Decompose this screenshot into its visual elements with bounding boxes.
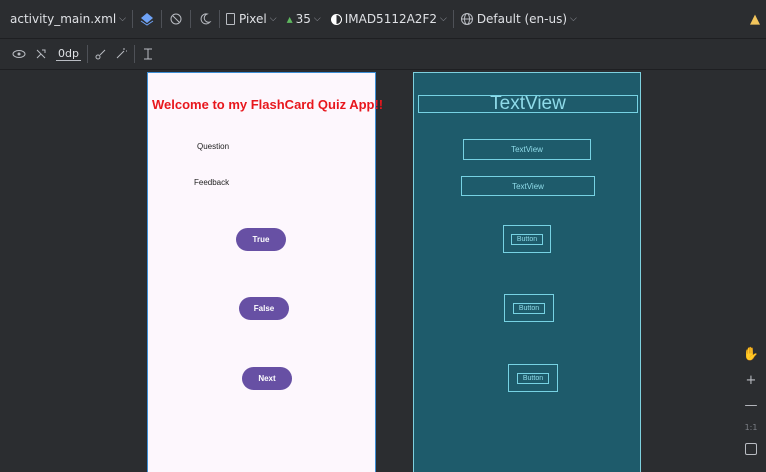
orientation-button[interactable] — [168, 11, 184, 27]
locale-selector[interactable]: Default (en-us) ⌵ — [460, 12, 577, 26]
blueprint-button-label: Button — [512, 302, 546, 314]
zoom-out-icon[interactable]: — — [745, 398, 758, 413]
blueprint-feedback-textview[interactable]: TextView — [461, 176, 595, 196]
phone-icon — [225, 13, 235, 25]
autoconnect-toggle[interactable] — [34, 47, 48, 61]
moon-icon — [200, 13, 212, 25]
locale-label: Default (en-us) — [476, 12, 568, 26]
blueprint-false-button[interactable]: Button — [504, 294, 554, 322]
android-icon: ▴ — [286, 12, 293, 26]
blueprint-preview[interactable]: TextView TextView TextView Button Button… — [413, 72, 641, 472]
warning-icon[interactable]: ▲ — [750, 12, 760, 27]
api-selector[interactable]: ▴ 35 ⌵ — [287, 12, 321, 26]
divider — [131, 10, 133, 28]
api-label: 35 — [295, 12, 311, 26]
clear-constraints-button[interactable] — [94, 47, 108, 61]
theme-icon — [330, 13, 342, 25]
divider — [218, 10, 220, 28]
blueprint-next-button[interactable]: Button — [508, 364, 558, 392]
layers-icon — [140, 13, 154, 26]
file-name: activity_main.xml — [10, 12, 117, 26]
chevron-down-icon: ⌵ — [313, 14, 321, 24]
blueprint-button-label: Button — [516, 372, 550, 384]
true-button[interactable]: True — [236, 228, 286, 251]
blueprint-title-textview[interactable]: TextView — [418, 95, 638, 113]
question-text[interactable]: Question — [197, 142, 229, 151]
design-preview[interactable]: Welcome to my FlashCard Quiz App!! Quest… — [147, 72, 383, 472]
align-icon — [143, 48, 152, 60]
divider — [189, 10, 191, 28]
device-label: Pixel — [238, 12, 267, 26]
zoom-reset-button[interactable]: 1:1 — [745, 423, 758, 432]
secondary-toolbar: 0dp ? — [0, 39, 766, 98]
divider — [86, 45, 88, 63]
chevron-down-icon: ⌵ — [570, 14, 577, 24]
magnet-off-icon — [36, 49, 46, 59]
feedback-text[interactable]: Feedback — [194, 178, 229, 187]
divider — [452, 10, 454, 28]
margin-label: 0dp — [56, 47, 81, 61]
design-surface-toggle[interactable] — [139, 11, 155, 27]
rotate-icon — [170, 13, 182, 25]
hand-pan-icon[interactable]: ✋ — [743, 347, 759, 362]
infer-constraints-button[interactable] — [114, 47, 128, 61]
night-mode-button[interactable] — [197, 11, 213, 27]
file-selector[interactable]: activity_main.xml ⌵ — [10, 12, 126, 26]
zoom-toolbar: ✋ + — 1:1 — [740, 342, 762, 460]
theme-selector[interactable]: IMAD5112A2F2 ⌵ — [330, 12, 447, 26]
default-margin-selector[interactable]: 0dp — [56, 47, 81, 61]
constraint-icon — [95, 49, 106, 60]
false-button[interactable]: False — [239, 297, 289, 320]
theme-label: IMAD5112A2F2 — [344, 12, 437, 26]
top-toolbar: activity_main.xml ⌵ Pixel ⌵ ▴ 35 ⌵ IMAD5… — [0, 0, 766, 39]
chevron-down-icon: ⌵ — [439, 14, 447, 24]
device-selector[interactable]: Pixel ⌵ — [225, 12, 277, 26]
chevron-down-icon: ⌵ — [119, 14, 126, 24]
magic-wand-icon — [116, 48, 127, 59]
blueprint-true-button[interactable]: Button — [503, 225, 551, 253]
zoom-in-icon[interactable]: + — [746, 373, 757, 388]
blueprint-button-label: Button — [510, 233, 544, 245]
design-canvas[interactable] — [0, 70, 766, 471]
eye-icon — [12, 50, 26, 58]
chevron-down-icon: ⌵ — [269, 14, 277, 24]
globe-icon — [460, 13, 473, 25]
view-options-button[interactable] — [12, 47, 26, 61]
zoom-fit-icon[interactable] — [745, 442, 757, 455]
divider — [160, 10, 162, 28]
align-button[interactable] — [141, 47, 155, 61]
welcome-text[interactable]: Welcome to my FlashCard Quiz App!! — [152, 97, 383, 112]
divider — [133, 45, 135, 63]
next-button[interactable]: Next — [242, 367, 292, 390]
blueprint-question-textview[interactable]: TextView — [463, 139, 591, 160]
